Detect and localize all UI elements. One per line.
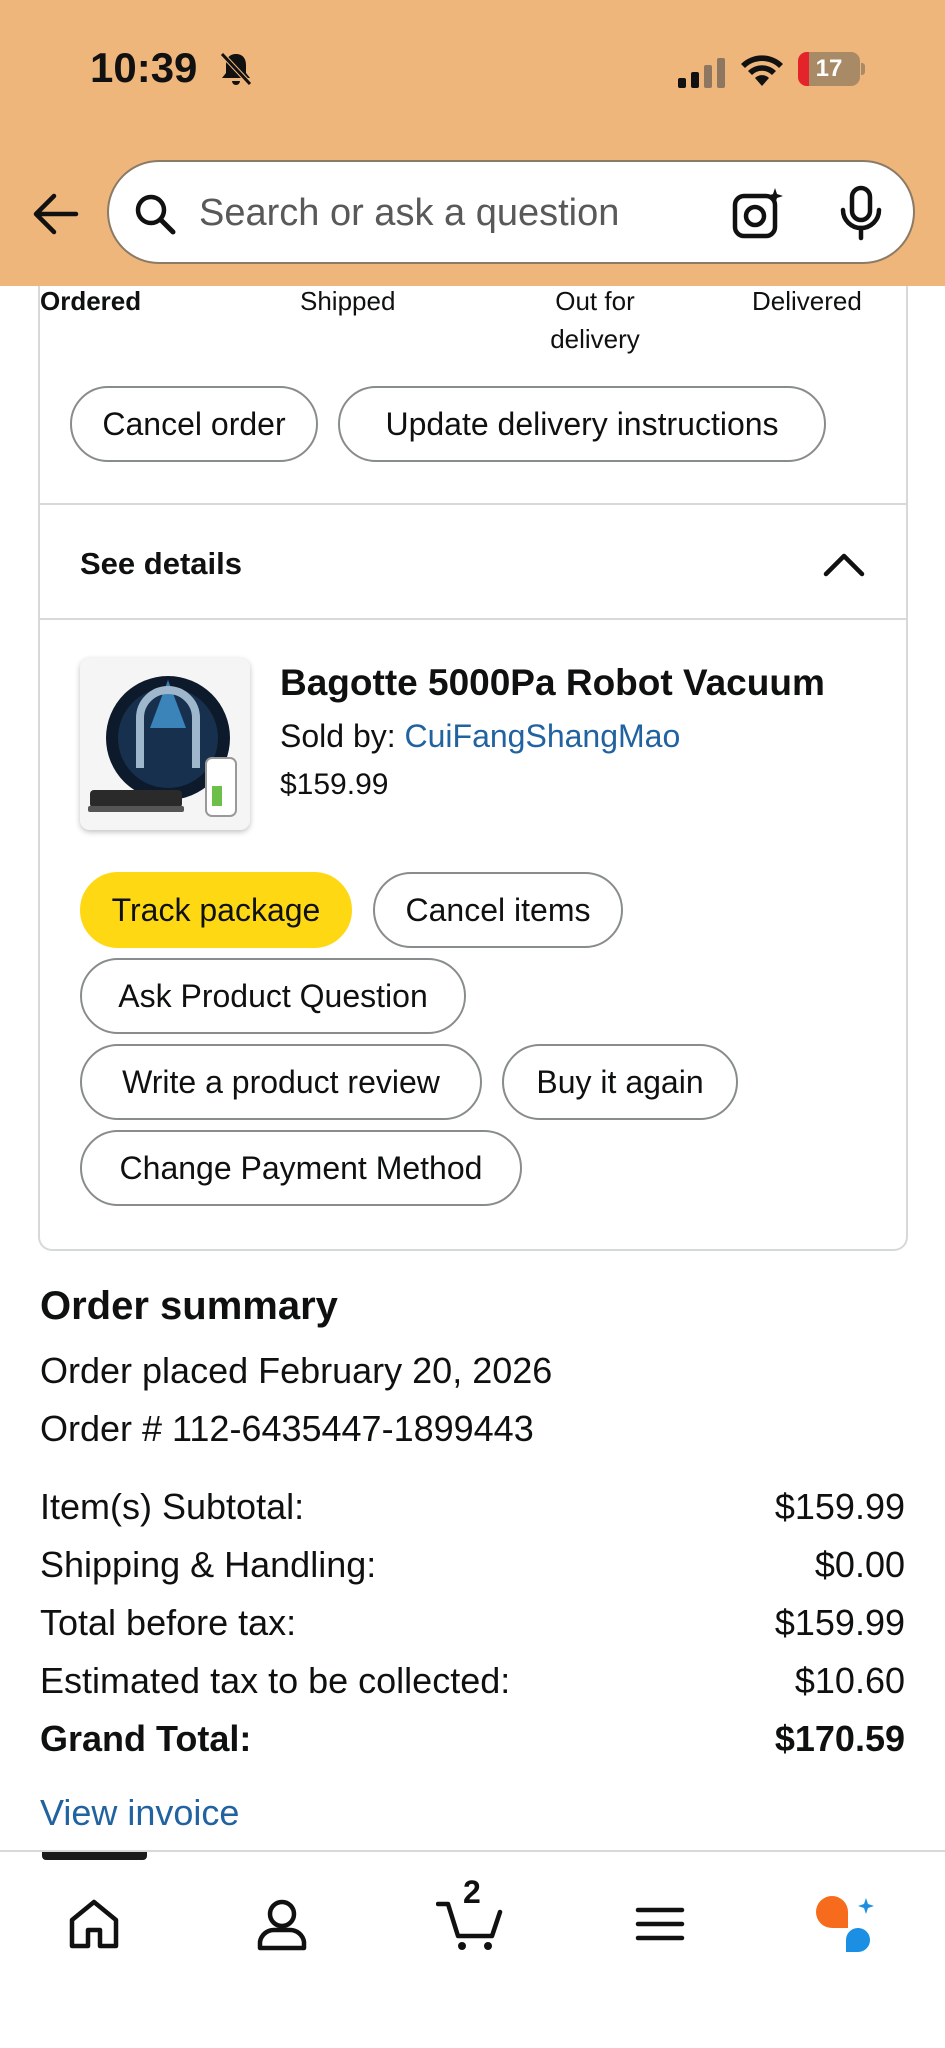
divider [38,618,908,620]
tracking-step-ordered: Ordered [40,286,142,316]
track-package-button[interactable]: Track package [80,872,352,948]
total-before-tax-value: $159.99 [774,1602,905,1643]
search-icon [135,194,176,235]
order-summary-title: Order summary [40,1284,338,1328]
app-header: 10:39 17 Search or ask a question [0,0,945,286]
tracking-step-delivered: Delivered [752,286,862,316]
shipping-label: Shipping & Handling: [40,1544,377,1585]
order-placed-date: Order placed February 20, 2026 [40,1350,553,1391]
sold-by-label: Sold by: [280,718,405,754]
bottom-navigation: 2 [0,1850,945,2048]
sold-by: Sold by: CuiFangShangMao [280,718,680,755]
ask-product-question-button[interactable]: Ask Product Question [80,958,466,1034]
tracking-step-shipped: Shipped [300,286,396,316]
cart-icon[interactable] [436,1894,506,1954]
order-number: Order # 112-6435447-1899443 [40,1408,534,1449]
view-invoice-link[interactable]: View invoice [40,1792,239,1834]
cancel-items-button[interactable]: Cancel items [373,872,623,948]
estimated-tax-label: Estimated tax to be collected: [40,1660,511,1701]
wifi-icon [741,55,783,86]
grand-total-value: $170.59 [774,1718,905,1759]
shipping-value: $0.00 [814,1544,905,1585]
microphone-icon[interactable] [837,184,885,242]
search-bar[interactable]: Search or ask a question [107,160,915,264]
back-arrow-icon[interactable] [26,186,82,242]
update-delivery-instructions-button[interactable]: Update delivery instructions [338,386,826,462]
rufus-assistant-icon[interactable] [812,1894,882,1954]
search-input[interactable]: Search or ask a question [199,192,619,235]
buy-it-again-button[interactable]: Buy it again [502,1044,738,1120]
divider [38,503,908,505]
total-before-tax-label: Total before tax: [40,1602,297,1643]
grand-total-label: Grand Total: [40,1718,252,1759]
chevron-up-icon[interactable] [820,546,868,582]
battery-level: 17 [815,55,843,82]
write-review-button[interactable]: Write a product review [80,1044,482,1120]
see-details-toggle[interactable]: See details [80,546,242,582]
seller-link[interactable]: CuiFangShangMao [405,718,681,754]
product-thumbnail[interactable] [80,658,250,830]
change-payment-method-button[interactable]: Change Payment Method [80,1130,522,1206]
camera-lens-icon[interactable] [731,186,787,242]
tracking-step-out-for-delivery: Out for delivery [550,286,640,354]
bell-muted-icon [220,52,252,86]
home-icon[interactable] [64,1894,124,1954]
subtotal-value: $159.99 [774,1486,905,1527]
subtotal-label: Item(s) Subtotal: [40,1486,305,1527]
battery-icon: 17 [798,52,866,86]
robot-vacuum-image [80,658,250,830]
product-title[interactable]: Bagotte 5000Pa Robot Vacuum [280,662,880,704]
estimated-tax-value: $10.60 [794,1660,905,1701]
product-price: $159.99 [280,768,389,801]
cell-signal-icon [678,58,725,88]
cancel-order-button[interactable]: Cancel order [70,386,318,462]
account-icon[interactable] [252,1894,312,1954]
menu-icon[interactable] [630,1894,690,1954]
status-time: 10:39 [90,44,198,91]
active-tab-indicator [42,1852,147,1860]
